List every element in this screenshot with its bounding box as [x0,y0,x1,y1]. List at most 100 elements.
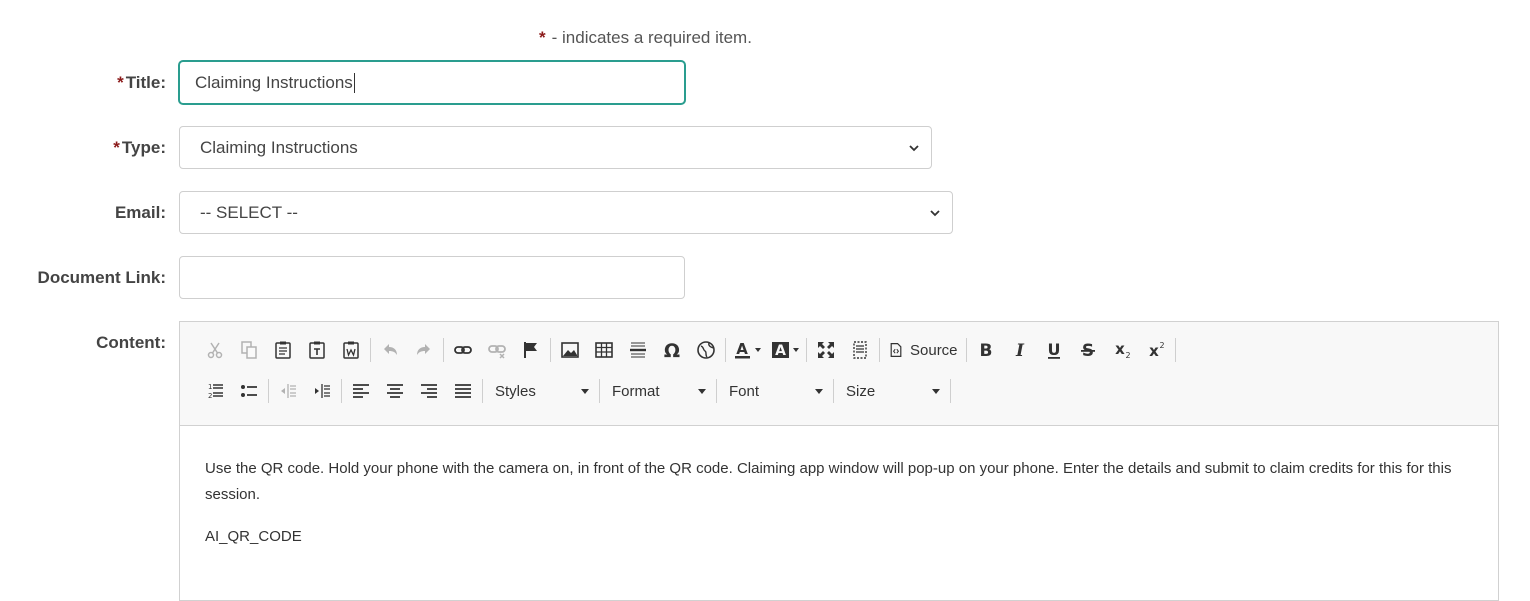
clipboard-icon [275,341,291,359]
format-dropdown[interactable]: Format [602,377,714,405]
toolbar-row-2: 12 Styles Format Font Size [198,373,1498,409]
bold-button[interactable]: B [969,336,1003,364]
content-label: Content: [96,333,166,352]
type-label: * Type: [113,138,166,158]
table-icon [595,342,613,358]
cut-button[interactable] [198,336,232,364]
scissors-icon [207,342,223,359]
toolbar-separator [341,379,342,403]
document-link-input[interactable] [179,256,685,299]
undo-button[interactable] [373,336,407,364]
superscript-button[interactable]: x2 [1139,336,1173,364]
show-blocks-button[interactable] [843,336,877,364]
unlink-button[interactable] [480,336,514,364]
strikethrough-button[interactable]: S [1071,336,1105,364]
toolbar-separator [716,379,717,403]
toolbar-separator [599,379,600,403]
paste-button[interactable] [266,336,300,364]
align-center-button[interactable] [378,377,412,405]
svg-text:U: U [1047,340,1060,359]
svg-text:2: 2 [208,392,212,400]
justify-icon [455,384,471,398]
link-icon [454,346,472,354]
subscript-icon: x2 [1115,340,1130,360]
title-label: * Title: [117,73,166,93]
source-button[interactable]: Source [882,336,964,364]
toolbar-separator [1174,338,1176,362]
title-label-text: Title: [125,73,166,92]
globe-icon [697,341,715,359]
toolbar-separator [806,338,807,362]
size-dropdown[interactable]: Size [836,377,948,405]
svg-text:Ω: Ω [664,340,680,360]
text-color-icon: A [735,340,750,359]
content-paragraph: AI_QR_CODE [205,528,302,545]
type-select-value: Claiming Instructions [200,137,358,157]
iframe-button[interactable] [689,336,723,364]
title-input[interactable]: Claiming Instructions [179,61,685,104]
document-link-label: Document Link: [37,268,166,287]
editor-toolbar: Ω A A Source B I U S x2 x2 12 Styles For… [180,322,1498,426]
svg-text:B: B [979,341,992,360]
paste-text-button[interactable] [300,336,334,364]
maximize-button[interactable] [809,336,843,364]
svg-text:A: A [775,343,786,359]
undo-icon [384,344,397,355]
svg-text:2: 2 [1159,341,1164,350]
indent-icon [315,384,330,398]
text-color-button[interactable]: A [728,336,766,364]
align-center-icon [387,384,403,398]
unlink-icon [488,345,506,359]
chevron-down-icon [793,348,799,352]
email-select-value: -- SELECT -- [200,202,298,222]
table-button[interactable] [587,336,621,364]
underline-icon: U [1047,340,1060,359]
bulleted-list-button[interactable] [232,377,266,405]
required-note: * - indicates a required item. [539,28,752,48]
copy-button[interactable] [232,336,266,364]
align-right-button[interactable] [412,377,446,405]
chevron-down-icon [815,388,823,394]
justify-button[interactable] [446,377,480,405]
required-star: * [539,28,546,47]
numbered-list-icon: 12 [208,383,223,400]
outdent-icon [281,384,296,398]
underline-button[interactable]: U [1037,336,1071,364]
superscript-icon: x2 [1149,341,1164,360]
subscript-button[interactable]: x2 [1105,336,1139,364]
font-dropdown[interactable]: Font [719,377,831,405]
indent-button[interactable] [305,377,339,405]
copy-icon [241,341,257,359]
editor-content-area[interactable]: Use the QR code. Hold your phone with th… [180,426,1498,550]
toolbar-separator [370,338,371,362]
bulleted-list-icon [241,385,257,397]
rich-text-editor: Ω A A Source B I U S x2 x2 12 Styles For… [179,321,1499,601]
svg-text:I: I [1015,341,1025,360]
content-paragraph: Use the QR code. Hold your phone with th… [205,460,1452,503]
background-color-button[interactable]: A [766,336,804,364]
align-left-button[interactable] [344,377,378,405]
italic-button[interactable]: I [1003,336,1037,364]
paste-text-icon [309,341,325,359]
special-char-button[interactable]: Ω [655,336,689,364]
numbered-list-button[interactable]: 12 [198,377,232,405]
toolbar-separator [268,379,269,403]
outdent-button[interactable] [271,377,305,405]
source-label: Source [910,341,958,359]
format-label: Format [612,382,660,400]
svg-text:x: x [1149,342,1159,360]
chevron-down-icon [698,388,706,394]
chevron-down-icon [930,209,940,216]
toolbar-separator [950,379,951,403]
anchor-button[interactable] [514,336,548,364]
link-button[interactable] [446,336,480,364]
styles-dropdown[interactable]: Styles [485,377,597,405]
email-select[interactable]: -- SELECT -- [179,191,953,234]
image-button[interactable] [553,336,587,364]
font-label: Font [729,382,760,400]
redo-button[interactable] [407,336,441,364]
type-select[interactable]: Claiming Instructions [179,126,932,169]
paste-word-button[interactable] [334,336,368,364]
strikethrough-icon: S [1080,341,1095,360]
horizontal-rule-button[interactable] [621,336,655,364]
